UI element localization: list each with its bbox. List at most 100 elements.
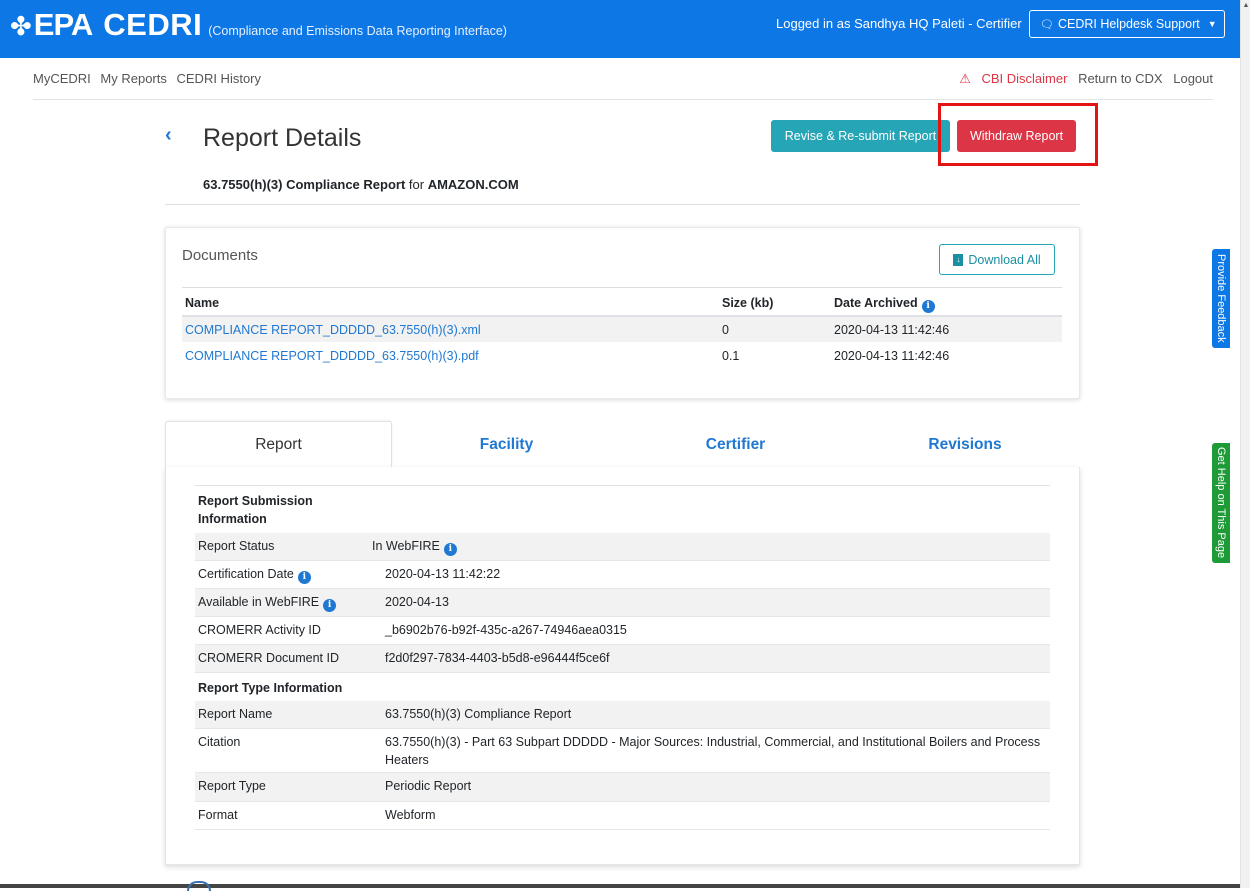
section-heading-report-type: Report Type Information <box>198 681 343 695</box>
document-size: 0 <box>722 323 729 337</box>
detail-label: Report Type <box>198 779 266 793</box>
table-row: COMPLIANCE REPORT_DDDDD_63.7550(h)(3).pd… <box>182 343 1062 368</box>
subtitle-connector: for <box>405 177 428 192</box>
account-nav-links: ⚠ CBI Disclaimer Return to CDX Logout <box>945 71 1213 87</box>
revise-resubmit-button[interactable]: Revise & Re-submit Report <box>771 120 950 152</box>
detail-value: 63.7550(h)(3) Compliance Report <box>385 707 572 721</box>
detail-label: Citation <box>198 735 241 749</box>
window-bottom-edge <box>0 884 1240 888</box>
detail-value: f2d0f297-7834-4403-b5d8-e96444f5ce6f <box>385 651 610 665</box>
detail-value: _b6902b76-b92f-435c-a267-74946aea0315 <box>385 623 627 637</box>
cbi-disclaimer-label: CBI Disclaimer <box>981 71 1068 86</box>
provide-feedback-tab[interactable]: Provide Feedback <box>1212 249 1230 348</box>
section-heading-submission: Report Submission Information <box>198 494 313 526</box>
download-all-label: Download All <box>968 252 1041 267</box>
detail-row-report-name: Report Name 63.7550(h)(3) Compliance Rep… <box>195 701 1050 729</box>
tab-report[interactable]: Report <box>165 421 392 468</box>
tab-revisions[interactable]: Revisions <box>850 421 1080 468</box>
detail-row-report-type: Report Type Periodic Report <box>195 773 1050 802</box>
info-icon[interactable]: i <box>323 598 337 612</box>
helpdesk-support-label: CEDRI Helpdesk Support <box>1057 17 1200 31</box>
documents-table-header: Name Size (kb) Date Archived i <box>182 291 1062 317</box>
nav-link-my-reports[interactable]: My Reports <box>100 71 166 86</box>
detail-value: 2020-04-13 11:42:22 <box>385 567 501 581</box>
info-icon[interactable]: i <box>443 542 457 556</box>
document-date: 2020-04-13 11:42:46 <box>834 323 950 337</box>
detail-value: 63.7550(h)(3) - Part 63 Subpart DDDDD - … <box>385 735 1041 767</box>
detail-value: 2020-04-13 <box>385 595 449 609</box>
certification-date-label: Certification Date <box>198 567 294 581</box>
report-name-bold: 63.7550(h)(3) Compliance Report <box>203 177 406 192</box>
report-subtitle: 63.7550(h)(3) Compliance Report for AMAZ… <box>203 177 519 192</box>
caret-down-icon: ▼ <box>1207 19 1217 29</box>
detail-row-report-status: Report Status In WebFIRE i <box>195 533 1050 561</box>
epa-flower-icon: ✤ <box>10 12 32 42</box>
logout-link[interactable]: Logout <box>1173 71 1213 86</box>
detail-row-certification-date: Certification Date i 2020-04-13 11:42:22 <box>195 561 1050 589</box>
warning-triangle-icon: ⚠ <box>959 71 971 86</box>
page-title: Report Details <box>203 124 362 152</box>
document-filename[interactable]: COMPLIANCE REPORT_DDDDD_63.7550(h)(3).pd… <box>185 349 479 363</box>
tab-certifier[interactable]: Certifier <box>621 421 850 468</box>
get-help-label: Get Help on This Page <box>1215 447 1227 559</box>
detail-value: Periodic Report <box>385 779 472 793</box>
file-download-icon: ↓ <box>953 253 964 266</box>
vertical-scrollbar[interactable]: ▲ <box>1240 0 1250 888</box>
detail-label: Available in WebFIRE i <box>198 595 337 612</box>
top-header-bar: ✤ EPA CEDRI (Compliance and Emissions Da… <box>0 0 1240 58</box>
document-link-xml[interactable]: COMPLIANCE REPORT_DDDDD_63.7550(h)(3).xm… <box>185 323 481 337</box>
detail-label: Certification Date i <box>198 567 311 584</box>
detail-row-format: Format Webform <box>195 802 1050 830</box>
provide-feedback-label: Provide Feedback <box>1215 254 1227 343</box>
main-nav-links: MyCEDRI My Reports CEDRI History <box>33 71 267 86</box>
document-filename[interactable]: COMPLIANCE REPORT_DDDDD_63.7550(h)(3).xm… <box>185 323 481 337</box>
secondary-nav: MyCEDRI My Reports CEDRI History ⚠ CBI D… <box>0 58 1240 100</box>
date-archived-label: Date Archived <box>834 296 918 310</box>
epa-cedri-logo[interactable]: ✤ EPA CEDRI (Compliance and Emissions Da… <box>10 7 507 43</box>
nav-link-mycedri[interactable]: MyCEDRI <box>33 71 91 86</box>
detail-row-available-webfire: Available in WebFIRE i 2020-04-13 <box>195 589 1050 617</box>
return-to-cdx-link[interactable]: Return to CDX <box>1078 71 1163 86</box>
report-tabs: Report Facility Certifier Revisions <box>165 421 1080 468</box>
report-status-value: In WebFIRE <box>372 539 440 553</box>
document-link-pdf[interactable]: COMPLIANCE REPORT_DDDDD_63.7550(h)(3).pd… <box>185 349 479 363</box>
available-webfire-label: Available in WebFIRE <box>198 595 320 609</box>
documents-card: Documents ↓ Download All Name Size (kb) … <box>165 227 1080 399</box>
document-date: 2020-04-13 11:42:46 <box>834 349 950 363</box>
detail-row-cromerr-activity-id: CROMERR Activity ID _b6902b76-b92f-435c-… <box>195 617 1050 645</box>
withdraw-highlight-box <box>938 103 1098 166</box>
detail-row-cromerr-document-id: CROMERR Document ID f2d0f297-7834-4403-b… <box>195 645 1050 673</box>
documents-title: Documents <box>182 247 258 264</box>
info-icon[interactable]: i <box>921 299 935 313</box>
logo-subtitle: (Compliance and Emissions Data Reporting… <box>208 24 507 38</box>
info-icon[interactable]: i <box>297 570 311 584</box>
logo-cedri-text: CEDRI <box>103 7 203 42</box>
loading-spinner-icon <box>187 881 211 891</box>
report-details-panel: Report Submission Information Report Sta… <box>165 467 1080 865</box>
detail-value: In WebFIRE i <box>372 539 457 556</box>
get-help-tab[interactable]: Get Help on This Page <box>1212 443 1230 563</box>
detail-label: CROMERR Activity ID <box>198 623 321 637</box>
table-row: COMPLIANCE REPORT_DDDDD_63.7550(h)(3).xm… <box>182 317 1062 342</box>
column-header-date-archived: Date Archived i <box>834 296 935 313</box>
nav-link-cedri-history[interactable]: CEDRI History <box>177 71 262 86</box>
back-chevron-icon[interactable]: ‹ <box>165 124 172 147</box>
tab-facility[interactable]: Facility <box>392 421 621 468</box>
cbi-disclaimer-link[interactable]: ⚠ CBI Disclaimer <box>952 71 1067 86</box>
detail-label: Report Name <box>198 707 273 721</box>
header-divider <box>165 204 1080 205</box>
logo-epa-text: EPA <box>33 7 93 42</box>
scroll-up-arrow-icon[interactable]: ▲ <box>1241 2 1250 9</box>
helpdesk-support-dropdown[interactable]: 🗨 CEDRI Helpdesk Support ▼ <box>1029 10 1225 38</box>
facility-org-name: AMAZON.COM <box>427 177 519 192</box>
nav-divider <box>33 99 1213 100</box>
column-header-name: Name <box>185 296 220 310</box>
detail-value: Webform <box>385 808 436 822</box>
detail-label: Format <box>198 808 238 822</box>
download-all-button[interactable]: ↓ Download All <box>939 244 1055 275</box>
detail-row-citation: Citation 63.7550(h)(3) - Part 63 Subpart… <box>195 729 1050 773</box>
detail-label: Report Status <box>198 539 275 553</box>
chat-bubbles-icon: 🗨 <box>1040 18 1054 31</box>
documents-divider <box>182 287 1062 288</box>
logged-in-user-text: Logged in as Sandhya HQ Paleti - Certifi… <box>776 16 1022 31</box>
